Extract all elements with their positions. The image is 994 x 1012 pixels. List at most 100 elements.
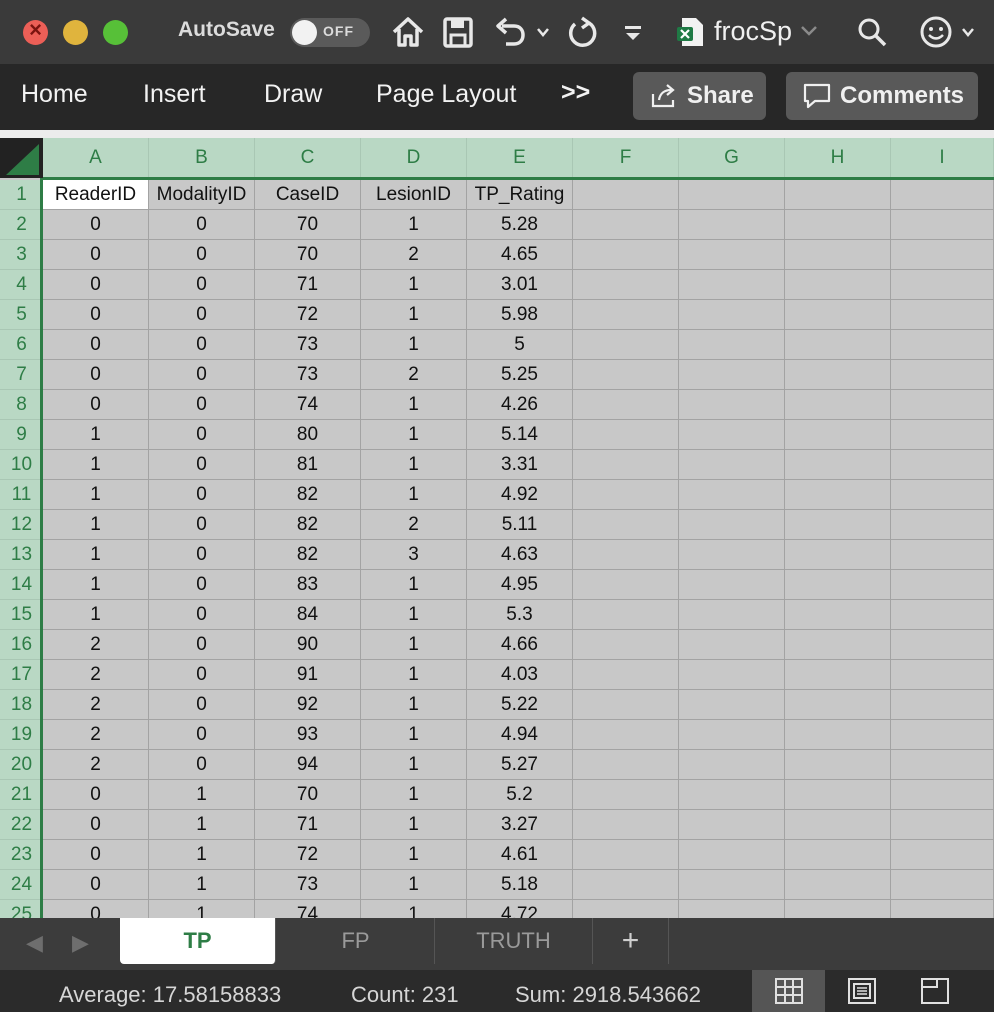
empty-cell[interactable]	[679, 180, 785, 210]
data-cell[interactable]: 1	[43, 450, 149, 480]
data-cell[interactable]: 70	[255, 240, 361, 270]
empty-cell[interactable]	[679, 300, 785, 330]
empty-cell[interactable]	[573, 810, 679, 840]
row-header[interactable]: 18	[0, 690, 43, 720]
data-cell[interactable]: 1	[361, 330, 467, 360]
data-cell[interactable]: 1	[361, 480, 467, 510]
data-cell[interactable]: 70	[255, 780, 361, 810]
empty-cell[interactable]	[891, 180, 994, 210]
empty-cell[interactable]	[573, 480, 679, 510]
empty-cell[interactable]	[785, 870, 891, 900]
data-cell[interactable]: 4.03	[467, 660, 573, 690]
data-cell[interactable]: 1	[361, 840, 467, 870]
data-cell[interactable]: 0	[149, 450, 255, 480]
data-cell[interactable]: 1	[43, 480, 149, 510]
data-cell[interactable]: 0	[43, 210, 149, 240]
undo-dropdown-chevron-icon[interactable]	[535, 14, 551, 50]
data-cell[interactable]: 72	[255, 840, 361, 870]
data-cell[interactable]: 1	[361, 720, 467, 750]
data-cell[interactable]: 0	[43, 840, 149, 870]
empty-cell[interactable]	[679, 630, 785, 660]
data-cell[interactable]: 0	[43, 900, 149, 918]
feedback-chevron-icon[interactable]	[960, 14, 976, 50]
empty-cell[interactable]	[679, 570, 785, 600]
data-cell[interactable]: 1	[361, 900, 467, 918]
data-cell[interactable]: 84	[255, 600, 361, 630]
empty-cell[interactable]	[573, 450, 679, 480]
empty-cell[interactable]	[785, 810, 891, 840]
data-cell[interactable]: 4.92	[467, 480, 573, 510]
sheet-tab-fp[interactable]: FP	[277, 918, 435, 964]
empty-cell[interactable]	[785, 690, 891, 720]
data-cell[interactable]: 1	[43, 600, 149, 630]
empty-cell[interactable]	[679, 450, 785, 480]
data-cell[interactable]: 1	[361, 690, 467, 720]
data-cell[interactable]: 81	[255, 450, 361, 480]
data-cell[interactable]: 1	[43, 570, 149, 600]
row-header[interactable]: 5	[0, 300, 43, 330]
empty-cell[interactable]	[573, 270, 679, 300]
column-header-h[interactable]: H	[785, 138, 891, 178]
empty-cell[interactable]	[573, 540, 679, 570]
data-cell[interactable]: 71	[255, 270, 361, 300]
empty-cell[interactable]	[679, 480, 785, 510]
data-cell[interactable]: 71	[255, 810, 361, 840]
data-cell[interactable]: 1	[361, 660, 467, 690]
empty-cell[interactable]	[573, 660, 679, 690]
data-cell[interactable]: 1	[361, 270, 467, 300]
data-cell[interactable]: 0	[43, 870, 149, 900]
data-cell[interactable]: 91	[255, 660, 361, 690]
empty-cell[interactable]	[785, 630, 891, 660]
data-cell[interactable]: 2	[43, 720, 149, 750]
header-cell[interactable]: CaseID	[255, 180, 361, 210]
data-cell[interactable]: 1	[361, 420, 467, 450]
page-layout-view-button[interactable]	[825, 970, 898, 1012]
row-header[interactable]: 21	[0, 780, 43, 810]
empty-cell[interactable]	[891, 690, 994, 720]
empty-cell[interactable]	[573, 360, 679, 390]
empty-cell[interactable]	[573, 630, 679, 660]
data-cell[interactable]: 0	[149, 300, 255, 330]
share-button[interactable]: Share	[633, 72, 766, 120]
empty-cell[interactable]	[785, 570, 891, 600]
data-cell[interactable]: 4.61	[467, 840, 573, 870]
data-cell[interactable]: 3.01	[467, 270, 573, 300]
file-name[interactable]: frocSp	[714, 16, 792, 47]
empty-cell[interactable]	[785, 210, 891, 240]
data-cell[interactable]: 1	[361, 630, 467, 660]
data-cell[interactable]: 3.27	[467, 810, 573, 840]
data-cell[interactable]: 1	[361, 780, 467, 810]
data-cell[interactable]: 0	[149, 210, 255, 240]
empty-cell[interactable]	[891, 510, 994, 540]
empty-cell[interactable]	[891, 420, 994, 450]
data-cell[interactable]: 5	[467, 330, 573, 360]
row-header[interactable]: 24	[0, 870, 43, 900]
row-header[interactable]: 9	[0, 420, 43, 450]
data-cell[interactable]: 0	[43, 810, 149, 840]
data-cell[interactable]: 2	[361, 240, 467, 270]
data-cell[interactable]: 0	[149, 660, 255, 690]
data-cell[interactable]: 4.63	[467, 540, 573, 570]
data-cell[interactable]: 0	[149, 750, 255, 780]
feedback-smiley-icon[interactable]	[918, 14, 954, 50]
row-header[interactable]: 1	[0, 180, 43, 210]
data-cell[interactable]: 1	[149, 810, 255, 840]
empty-cell[interactable]	[573, 600, 679, 630]
data-cell[interactable]: 0	[149, 690, 255, 720]
data-cell[interactable]: 0	[43, 240, 149, 270]
row-header[interactable]: 8	[0, 390, 43, 420]
close-window-button[interactable]	[23, 17, 48, 45]
data-cell[interactable]: 4.65	[467, 240, 573, 270]
data-cell[interactable]: 2	[43, 750, 149, 780]
empty-cell[interactable]	[785, 330, 891, 360]
scroll-tabs-right-icon[interactable]: ▶	[72, 930, 89, 956]
column-header-i[interactable]: I	[891, 138, 994, 178]
maximize-window-button[interactable]	[103, 20, 128, 45]
data-cell[interactable]: 80	[255, 420, 361, 450]
row-header[interactable]: 19	[0, 720, 43, 750]
normal-view-button[interactable]	[752, 970, 825, 1012]
empty-cell[interactable]	[891, 810, 994, 840]
data-cell[interactable]: 4.72	[467, 900, 573, 918]
row-header[interactable]: 7	[0, 360, 43, 390]
data-cell[interactable]: 1	[361, 810, 467, 840]
